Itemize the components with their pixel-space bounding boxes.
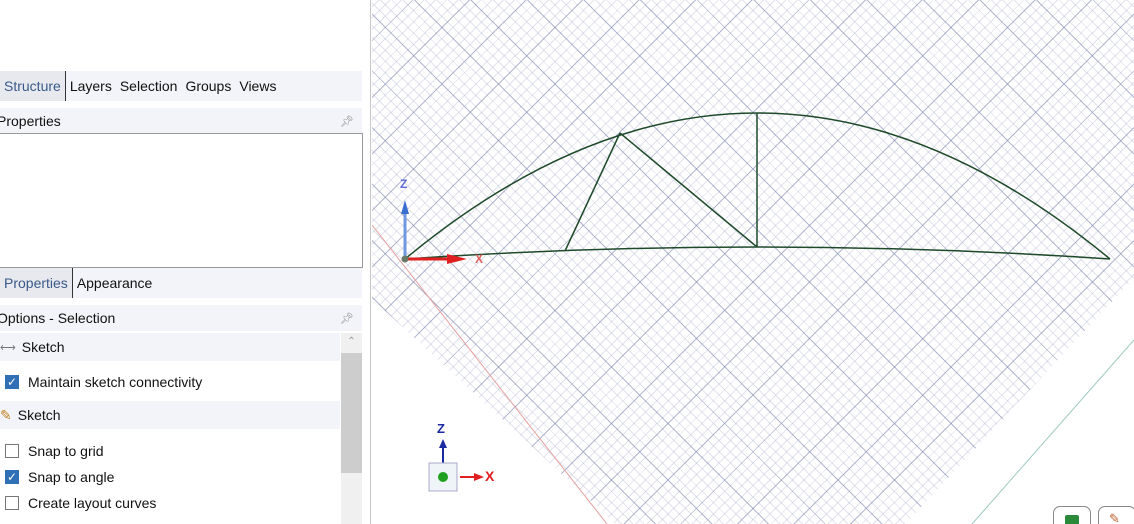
cube-icon: [1065, 515, 1079, 524]
left-panel: Structure Layers Selection Groups Views …: [0, 0, 371, 524]
option-layout-curves[interactable]: Create layout curves: [5, 495, 156, 511]
triad-z-label: Z: [437, 421, 445, 436]
option-snap-grid[interactable]: Snap to grid: [5, 443, 104, 459]
checkbox[interactable]: [5, 444, 19, 458]
scroll-thumb[interactable]: [341, 353, 362, 473]
sketch-tool-button[interactable]: ✎: [1098, 506, 1134, 524]
z-axis-label: Z: [400, 177, 408, 191]
scroll-up-icon[interactable]: ⌃: [341, 333, 362, 351]
diagonal-member: [564, 132, 621, 252]
checkbox[interactable]: [5, 496, 19, 510]
x-axis-label: X: [475, 252, 484, 266]
option-snap-angle[interactable]: ✓ Snap to angle: [5, 469, 114, 485]
view-cube-button[interactable]: [1053, 506, 1091, 524]
bottom-chord: [404, 246, 1111, 260]
viewport-3d[interactable]: Z X Z X ✎: [372, 0, 1134, 524]
properties-tabs: Properties Appearance: [0, 268, 362, 298]
option-label: Create layout curves: [28, 495, 157, 511]
option-label: Snap to angle: [28, 469, 115, 485]
properties-title: Properties: [0, 113, 61, 129]
tab-properties[interactable]: Properties: [0, 268, 73, 298]
sketch-pencil-icon: ✎: [0, 406, 12, 423]
tab-selection[interactable]: Selection: [116, 71, 182, 101]
triad-center: [438, 472, 448, 482]
group-label: Sketch: [21, 339, 65, 355]
option-maintain-connectivity[interactable]: ✓ Maintain sketch connectivity: [5, 374, 202, 390]
diagonal-member: [619, 132, 758, 248]
sketch-pencil-icon: ✎: [1109, 511, 1120, 524]
origin-point: [401, 255, 409, 263]
group-sketch: ✎ Sketch: [0, 401, 340, 429]
group-label: Sketch: [17, 407, 61, 423]
tab-appearance[interactable]: Appearance: [73, 268, 157, 298]
view-triad: [428, 439, 484, 492]
option-label: Maintain sketch connectivity: [28, 374, 203, 390]
group-sketch-connectivity: ⟷ Sketch: [0, 333, 340, 361]
triad-x-label: X: [485, 468, 495, 484]
tab-layers[interactable]: Layers: [66, 71, 116, 101]
scrollbar[interactable]: ⌃: [341, 333, 362, 524]
dimension-icon: ⟷: [0, 341, 16, 354]
tab-groups[interactable]: Groups: [181, 71, 235, 101]
option-label: Snap to grid: [28, 443, 104, 459]
sketch-geometry: [372, 112, 1134, 524]
structure-tabs: Structure Layers Selection Groups Views: [0, 71, 362, 101]
teal-reference-line: [971, 339, 1134, 524]
checkbox[interactable]: ✓: [5, 470, 19, 484]
tab-views[interactable]: Views: [235, 71, 280, 101]
properties-box: [0, 133, 363, 268]
options-header: Options - Selection 📌︎: [0, 305, 362, 331]
pin-icon[interactable]: 📌︎: [340, 115, 354, 128]
pin-icon[interactable]: 📌︎: [340, 312, 354, 325]
options-title: Options - Selection: [0, 310, 116, 326]
checkbox[interactable]: ✓: [5, 375, 19, 389]
z-arrowhead: [401, 200, 409, 214]
tab-structure[interactable]: Structure: [0, 71, 66, 101]
properties-header: Properties 📌︎: [0, 108, 362, 134]
